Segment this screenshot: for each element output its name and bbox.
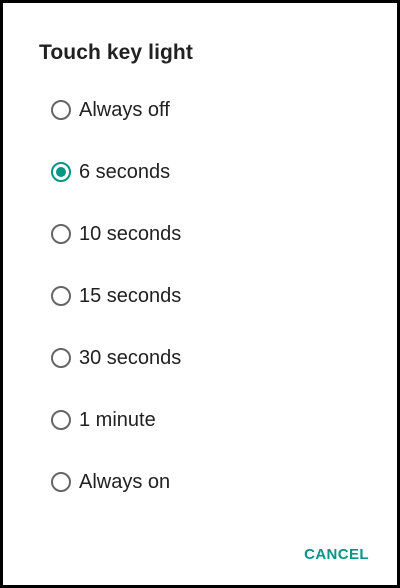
option-15-seconds[interactable]: 15 seconds bbox=[3, 265, 397, 327]
option-label: 15 seconds bbox=[79, 284, 182, 307]
option-label: 10 seconds bbox=[79, 222, 182, 245]
radio-unselected-icon bbox=[51, 100, 71, 120]
dialog-title: Touch key light bbox=[39, 41, 193, 64]
option-10-seconds[interactable]: 10 seconds bbox=[3, 203, 397, 265]
radio-unselected-icon bbox=[51, 224, 71, 244]
radio-unselected-icon bbox=[51, 472, 71, 492]
cancel-button[interactable]: CANCEL bbox=[298, 542, 375, 567]
radio-unselected-icon bbox=[51, 410, 71, 430]
option-30-seconds[interactable]: 30 seconds bbox=[3, 327, 397, 389]
touch-key-light-dialog: Touch key light Always off 6 seconds 10 … bbox=[0, 0, 400, 588]
option-label: 30 seconds bbox=[79, 346, 182, 369]
option-label: 6 seconds bbox=[79, 160, 171, 183]
option-always-on[interactable]: Always on bbox=[3, 451, 397, 513]
option-6-seconds[interactable]: 6 seconds bbox=[3, 141, 397, 203]
radio-unselected-icon bbox=[51, 286, 71, 306]
option-label: Always on bbox=[79, 470, 171, 493]
option-always-off[interactable]: Always off bbox=[3, 79, 397, 141]
option-label: Always off bbox=[79, 98, 170, 121]
options-list: Always off 6 seconds 10 seconds 15 secon… bbox=[3, 79, 397, 513]
radio-unselected-icon bbox=[51, 348, 71, 368]
radio-selected-icon bbox=[51, 162, 71, 182]
option-1-minute[interactable]: 1 minute bbox=[3, 389, 397, 451]
option-label: 1 minute bbox=[79, 408, 156, 431]
